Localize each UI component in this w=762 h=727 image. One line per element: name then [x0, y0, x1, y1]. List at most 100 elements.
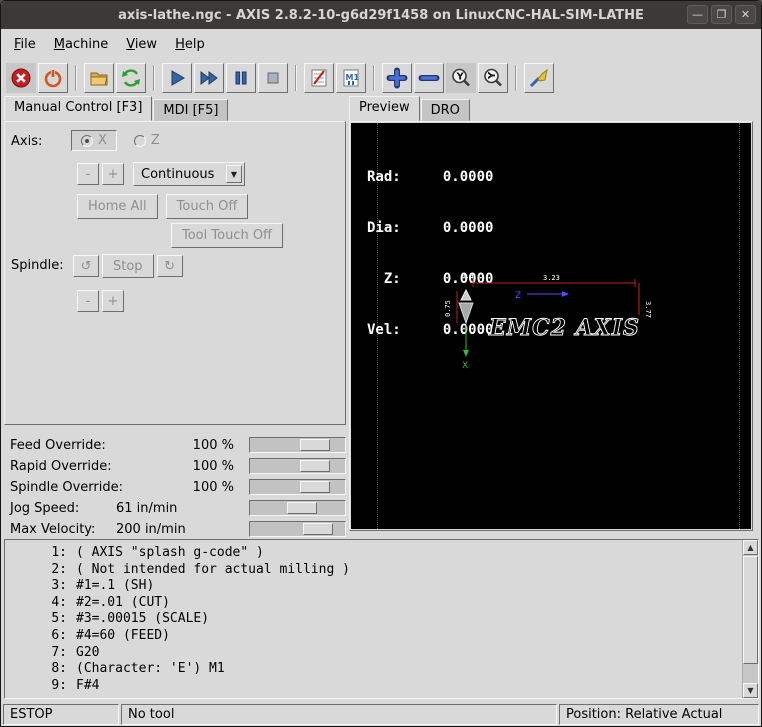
gcode-line[interactable]: 8:(Character: 'E') M1: [5, 661, 742, 678]
maximize-button[interactable]: ❐: [711, 5, 732, 24]
close-button[interactable]: ✕: [735, 5, 756, 24]
zoom-out-button[interactable]: [414, 63, 444, 93]
right-tabbar: Preview DRO: [349, 97, 471, 121]
rapid-override-row: Rapid Override: 100 %: [4, 456, 346, 477]
clear-plot-button[interactable]: [524, 63, 554, 93]
jog-plus-button[interactable]: +: [102, 163, 124, 185]
tab-dro[interactable]: DRO: [421, 99, 470, 121]
minimize-button[interactable]: —: [687, 5, 708, 24]
spindle-stop-button[interactable]: Stop: [102, 254, 154, 278]
jog-speed-slider[interactable]: [249, 500, 346, 516]
machine-power-button[interactable]: [38, 63, 68, 93]
gcode-line[interactable]: 4:#2=.01 (CUT): [5, 595, 742, 612]
menu-machine[interactable]: Machine: [45, 33, 117, 56]
optional-pause-icon: M1: [340, 67, 362, 89]
radio-indicator-icon: [81, 135, 93, 147]
scroll-down-icon[interactable]: ▼: [743, 683, 758, 698]
svg-text:Y: Y: [487, 71, 498, 80]
scrollbar-thumb[interactable]: [743, 556, 758, 664]
touch-off-button[interactable]: Touch Off: [166, 194, 249, 219]
rapid-override-slider[interactable]: [249, 458, 346, 474]
gcode-line[interactable]: 7:G20: [5, 645, 742, 662]
view-y-button[interactable]: Y: [446, 63, 476, 93]
jog-speed-value: 61 in/min: [116, 501, 177, 516]
dim-label: 0.75: [444, 300, 452, 317]
max-velocity-row: Max Velocity: 200 in/min: [4, 519, 346, 540]
toolbar-separator: [153, 65, 155, 91]
spindle-plus-button[interactable]: +: [102, 290, 124, 312]
magnifier-y-icon: Y: [450, 67, 472, 89]
reload-button[interactable]: [116, 63, 146, 93]
pause-button[interactable]: [226, 63, 256, 93]
run-button[interactable]: [162, 63, 192, 93]
menu-view[interactable]: View: [117, 33, 166, 56]
slider-thumb[interactable]: [300, 481, 330, 493]
window-controls: — ❐ ✕: [687, 5, 756, 24]
status-position: Position: Relative Actual: [559, 704, 759, 725]
axis-z-radio[interactable]: Z: [125, 130, 169, 151]
tool-touch-off-button[interactable]: Tool Touch Off: [171, 223, 283, 248]
spindle-cw-button[interactable]: ↻: [157, 255, 183, 277]
jog-minus-button[interactable]: -: [77, 163, 99, 185]
tab-preview[interactable]: Preview: [349, 96, 420, 121]
tool-arrow-icon: [461, 290, 471, 300]
gcode-line[interactable]: 5:#3=.00015 (SCALE): [5, 611, 742, 628]
machine-limit-line: [739, 123, 740, 529]
tab-manual-control[interactable]: Manual Control [F3]: [4, 96, 152, 121]
magnifier-y-rotated-icon: Y: [482, 67, 504, 89]
dim-label: 0.9: [461, 272, 474, 280]
estop-icon: [10, 67, 32, 89]
power-icon: [42, 67, 64, 89]
feed-override-slider[interactable]: [249, 437, 346, 453]
axis-x-radio[interactable]: X: [71, 130, 117, 151]
toolbar-separator: [75, 65, 77, 91]
run-step-button[interactable]: [194, 63, 224, 93]
estop-button[interactable]: [6, 63, 36, 93]
max-velocity-slider[interactable]: [249, 521, 346, 537]
chevron-down-icon: ▼: [226, 165, 242, 183]
menu-file[interactable]: File: [5, 33, 45, 56]
menu-help[interactable]: Help: [166, 33, 214, 56]
jog-mode-select[interactable]: Continuous ▼: [133, 162, 245, 186]
stop-button[interactable]: [258, 63, 288, 93]
spindle-override-slider[interactable]: [249, 479, 346, 495]
toolbar: M1 Y: [1, 59, 761, 96]
gcode-line[interactable]: 6:#4=60 (FEED): [5, 628, 742, 645]
slider-thumb[interactable]: [300, 460, 330, 472]
dim-label: 3.77: [644, 301, 652, 318]
preview-canvas[interactable]: Rad: 0.0000 Dia: 0.0000 Z: 0.0000 Vel: 0…: [351, 123, 751, 529]
scroll-up-icon[interactable]: ▲: [743, 540, 758, 555]
toggle-optional-pause-button[interactable]: M1: [336, 63, 366, 93]
statusbar: ESTOP No tool Position: Relative Actual: [1, 703, 761, 727]
toggle-skip-lines-button[interactable]: [304, 63, 334, 93]
ccw-arrow-icon: ↺: [81, 259, 92, 274]
slider-thumb[interactable]: [300, 439, 330, 451]
left-tabbar: Manual Control [F3] MDI [F5]: [4, 97, 229, 121]
gcode-line[interactable]: 3:#1=.1 (SH): [5, 578, 742, 595]
spindle-override-row: Spindle Override: 100 %: [4, 477, 346, 498]
spindle-ccw-button[interactable]: ↺: [73, 255, 99, 277]
radio-indicator-icon: [134, 135, 146, 147]
skip-lines-icon: [308, 67, 330, 89]
jog-speed-row: Jog Speed: 61 in/min: [4, 498, 346, 519]
tool-cone-icon: [459, 303, 473, 323]
svg-text:M1: M1: [346, 73, 360, 82]
gcode-line[interactable]: 1:( AXIS "splash g-code" ): [5, 545, 742, 562]
window-title: axis-lathe.ngc - AXIS 2.8.2-10-g6d29f145…: [118, 8, 644, 23]
zoom-in-button[interactable]: [382, 63, 412, 93]
gcode-listing[interactable]: 1:( AXIS "splash g-code" ) 2:( Not inten…: [4, 539, 759, 699]
home-all-button[interactable]: Home All: [77, 194, 158, 219]
gcode-line[interactable]: 2:( Not intended for actual milling ): [5, 562, 742, 579]
view-y-rotated-button[interactable]: Y: [478, 63, 508, 93]
brush-icon: [528, 67, 550, 89]
emc2-axis-logo: EMC2 AXIS: [488, 315, 640, 341]
tab-mdi[interactable]: MDI [F5]: [153, 99, 228, 121]
spindle-minus-button[interactable]: -: [77, 290, 99, 312]
axis-label: Axis:: [11, 134, 42, 149]
open-file-button[interactable]: [84, 63, 114, 93]
slider-thumb[interactable]: [303, 523, 333, 535]
titlebar: axis-lathe.ngc - AXIS 2.8.2-10-g6d29f145…: [1, 1, 761, 29]
gcode-line[interactable]: 9:F#4: [5, 678, 742, 695]
slider-thumb[interactable]: [287, 502, 317, 514]
gcode-scrollbar[interactable]: ▲ ▼: [742, 540, 758, 698]
